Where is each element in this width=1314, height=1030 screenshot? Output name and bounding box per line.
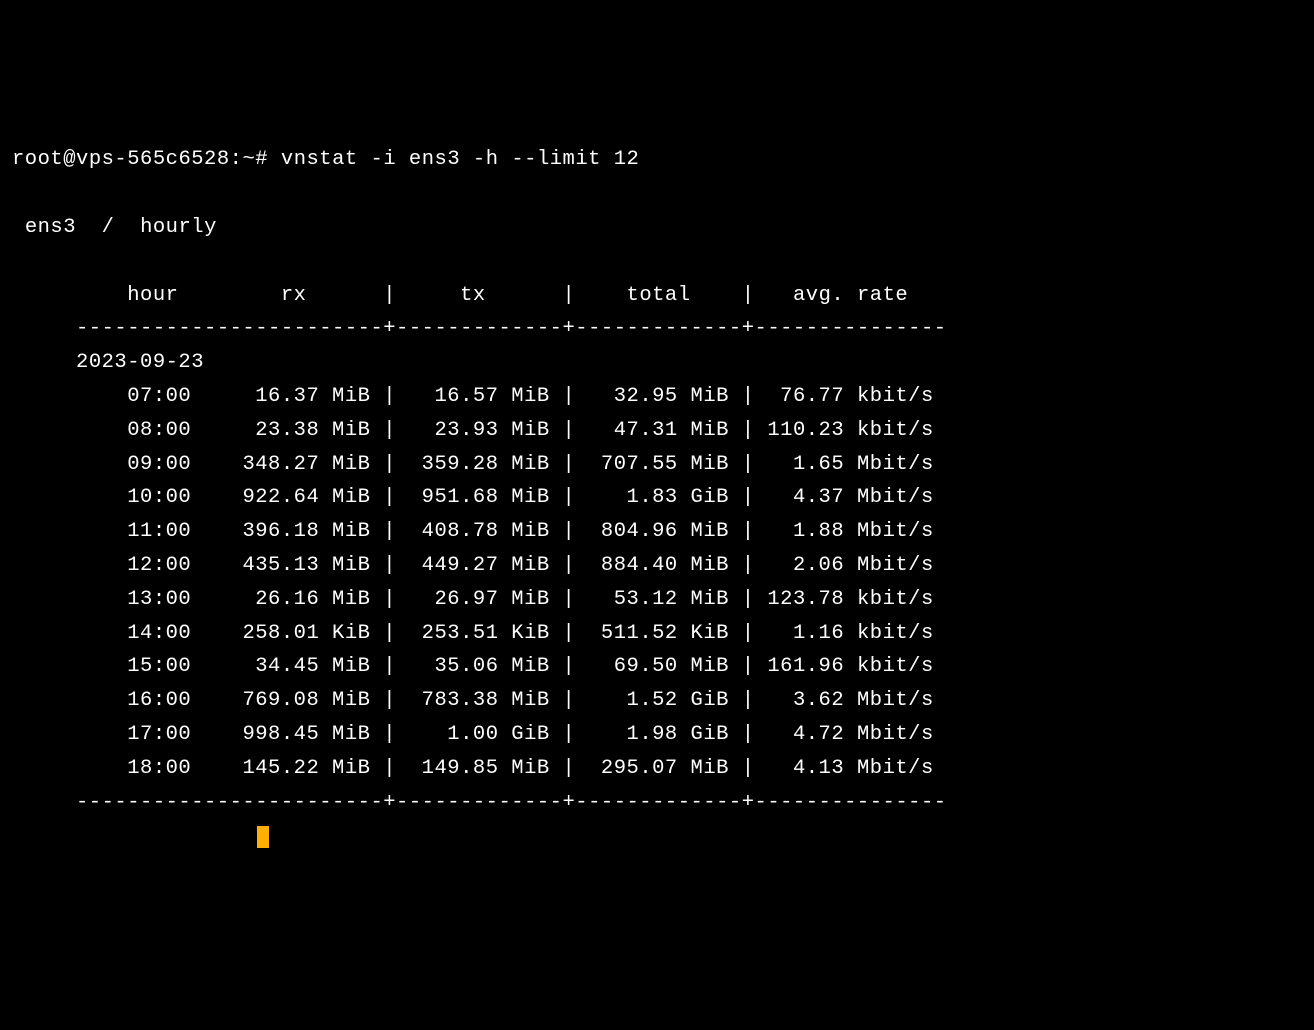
cell-total: 804.96 MiB bbox=[575, 520, 729, 543]
cursor-icon bbox=[257, 826, 269, 848]
table-row: 09:00 348.27 MiB | 359.28 MiB | 707.55 M… bbox=[12, 453, 934, 476]
cell-rate: 4.13 Mbit/s bbox=[755, 757, 934, 780]
cell-tx: 253.51 KiB bbox=[396, 622, 550, 645]
cell-rx: 145.22 MiB bbox=[191, 757, 370, 780]
col-hour: hour bbox=[127, 284, 178, 307]
cell-rx: 922.64 MiB bbox=[191, 486, 370, 509]
prompt-path: ~ bbox=[242, 148, 255, 171]
cell-rate: 1.88 Mbit/s bbox=[755, 520, 934, 543]
table-row: 18:00 145.22 MiB | 149.85 MiB | 295.07 M… bbox=[12, 757, 934, 780]
command-line[interactable]: vnstat -i ens3 -h --limit 12 bbox=[281, 148, 639, 171]
table-header-row: hour rx | tx | total | avg. rate bbox=[12, 284, 908, 307]
table-row: 08:00 23.38 MiB | 23.93 MiB | 47.31 MiB … bbox=[12, 419, 934, 442]
cell-rx: 34.45 MiB bbox=[191, 655, 370, 678]
cell-hour: 10:00 bbox=[12, 486, 191, 509]
cell-rate: 4.72 Mbit/s bbox=[755, 723, 934, 746]
cell-rate: 1.65 Mbit/s bbox=[755, 453, 934, 476]
header-separator: / bbox=[102, 216, 115, 239]
cell-total: 53.12 MiB bbox=[575, 588, 729, 611]
cell-rx: 769.08 MiB bbox=[191, 689, 370, 712]
table-row: 17:00 998.45 MiB | 1.00 GiB | 1.98 GiB |… bbox=[12, 723, 934, 746]
cell-rate: 161.96 kbit/s bbox=[755, 655, 934, 678]
prompt-symbol: # bbox=[255, 148, 268, 171]
cell-rate: 76.77 kbit/s bbox=[755, 385, 934, 408]
table-row: 16:00 769.08 MiB | 783.38 MiB | 1.52 GiB… bbox=[12, 689, 934, 712]
table-row: 14:00 258.01 KiB | 253.51 KiB | 511.52 K… bbox=[12, 622, 934, 645]
cell-hour: 18:00 bbox=[12, 757, 191, 780]
cell-rx: 16.37 MiB bbox=[191, 385, 370, 408]
cell-rate: 123.78 kbit/s bbox=[755, 588, 934, 611]
shell-prompt: root@vps-565c6528:~# bbox=[12, 148, 268, 171]
cell-hour: 09:00 bbox=[12, 453, 191, 476]
cell-hour: 14:00 bbox=[12, 622, 191, 645]
cell-hour: 13:00 bbox=[12, 588, 191, 611]
table-row: 12:00 435.13 MiB | 449.27 MiB | 884.40 M… bbox=[12, 554, 934, 577]
cell-hour: 07:00 bbox=[12, 385, 191, 408]
cell-total: 884.40 MiB bbox=[575, 554, 729, 577]
cell-tx: 26.97 MiB bbox=[396, 588, 550, 611]
table-row: 13:00 26.16 MiB | 26.97 MiB | 53.12 MiB … bbox=[12, 588, 934, 611]
col-rx: rx bbox=[281, 284, 307, 307]
cell-tx: 149.85 MiB bbox=[396, 757, 550, 780]
cell-rx: 396.18 MiB bbox=[191, 520, 370, 543]
cell-hour: 15:00 bbox=[12, 655, 191, 678]
cell-rate: 1.16 kbit/s bbox=[755, 622, 934, 645]
cell-rx: 23.38 MiB bbox=[191, 419, 370, 442]
cell-total: 1.98 GiB bbox=[575, 723, 729, 746]
cell-tx: 16.57 MiB bbox=[396, 385, 550, 408]
prompt-host: vps-565c6528 bbox=[76, 148, 230, 171]
cell-tx: 35.06 MiB bbox=[396, 655, 550, 678]
cell-total: 1.83 GiB bbox=[575, 486, 729, 509]
date-label: 2023-09-23 bbox=[76, 351, 204, 374]
cell-total: 295.07 MiB bbox=[575, 757, 729, 780]
cell-total: 511.52 KiB bbox=[575, 622, 729, 645]
cell-rate: 2.06 Mbit/s bbox=[755, 554, 934, 577]
cell-rate: 4.37 Mbit/s bbox=[755, 486, 934, 509]
cell-rate: 110.23 kbit/s bbox=[755, 419, 934, 442]
col-tx: tx bbox=[460, 284, 486, 307]
cell-tx: 359.28 MiB bbox=[396, 453, 550, 476]
cell-tx: 951.68 MiB bbox=[396, 486, 550, 509]
cell-total: 69.50 MiB bbox=[575, 655, 729, 678]
cell-total: 47.31 MiB bbox=[575, 419, 729, 442]
cell-hour: 08:00 bbox=[12, 419, 191, 442]
cell-tx: 23.93 MiB bbox=[396, 419, 550, 442]
cell-rx: 435.13 MiB bbox=[191, 554, 370, 577]
table-row: 10:00 922.64 MiB | 951.68 MiB | 1.83 GiB… bbox=[12, 486, 934, 509]
prompt-user: root bbox=[12, 148, 63, 171]
cell-hour: 16:00 bbox=[12, 689, 191, 712]
interface-name: ens3 bbox=[25, 216, 76, 239]
cell-hour: 11:00 bbox=[12, 520, 191, 543]
cell-rx: 998.45 MiB bbox=[191, 723, 370, 746]
col-rate: avg. rate bbox=[793, 284, 908, 307]
cell-tx: 783.38 MiB bbox=[396, 689, 550, 712]
cell-total: 707.55 MiB bbox=[575, 453, 729, 476]
cell-tx: 1.00 GiB bbox=[396, 723, 550, 746]
cell-tx: 449.27 MiB bbox=[396, 554, 550, 577]
table-row: 11:00 396.18 MiB | 408.78 MiB | 804.96 M… bbox=[12, 520, 934, 543]
col-total: total bbox=[627, 284, 691, 307]
cell-rate: 3.62 Mbit/s bbox=[755, 689, 934, 712]
cell-tx: 408.78 MiB bbox=[396, 520, 550, 543]
cell-total: 32.95 MiB bbox=[575, 385, 729, 408]
table-row: 07:00 16.37 MiB | 16.57 MiB | 32.95 MiB … bbox=[12, 385, 934, 408]
cell-rx: 258.01 KiB bbox=[191, 622, 370, 645]
cell-rx: 348.27 MiB bbox=[191, 453, 370, 476]
cell-rx: 26.16 MiB bbox=[191, 588, 370, 611]
cell-total: 1.52 GiB bbox=[575, 689, 729, 712]
mode-label: hourly bbox=[140, 216, 217, 239]
cell-hour: 17:00 bbox=[12, 723, 191, 746]
cell-hour: 12:00 bbox=[12, 554, 191, 577]
terminal-output: root@vps-565c6528:~# vnstat -i ens3 -h -… bbox=[12, 143, 1302, 853]
table-row: 15:00 34.45 MiB | 35.06 MiB | 69.50 MiB … bbox=[12, 655, 934, 678]
